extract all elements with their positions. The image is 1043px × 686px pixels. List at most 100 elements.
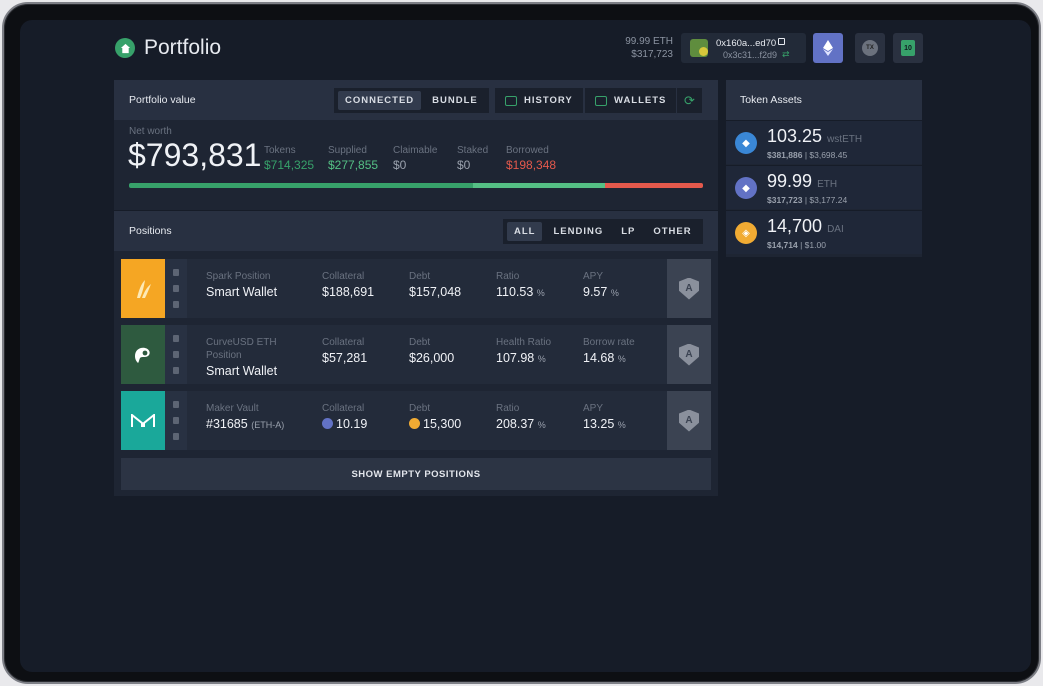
wallets-button[interactable]: WALLETS <box>585 88 677 113</box>
stat-staked: Staked $0 <box>457 145 488 172</box>
dai-icon <box>409 418 420 429</box>
stat-label: Claimable <box>393 145 438 156</box>
portfolio-view-toggle: CONNECTED BUNDLE <box>334 88 489 113</box>
filter-lending[interactable]: LENDING <box>546 222 610 241</box>
percent-sign: % <box>536 288 545 298</box>
amount: 99.99 <box>767 171 813 191</box>
token-assets-title: Token Assets <box>740 94 802 106</box>
tab-connected[interactable]: CONNECTED <box>338 91 422 110</box>
filter-lp[interactable]: LP <box>614 222 642 241</box>
wallet-address: 0x160a...ed70 <box>716 38 777 49</box>
price: $1.00 <box>804 240 826 250</box>
vault-type: (ETH-A) <box>251 420 285 430</box>
token-assets-panel: Token Assets ◆ 103.25 wstETH $381,886 | … <box>726 80 922 257</box>
token-asset-wsteth[interactable]: ◆ 103.25 wstETH $381,886 | $3,698.45 <box>726 120 922 164</box>
stat-value: $0 <box>393 158 407 172</box>
tx-button[interactable]: TX <box>855 33 885 63</box>
debt-col: Debt $26,000 <box>409 336 454 365</box>
stat-borrowed: Borrowed $198,348 <box>506 145 556 172</box>
filter-all[interactable]: ALL <box>507 222 543 241</box>
rewards-button[interactable]: 10 <box>893 33 923 63</box>
eth-icon: ◆ <box>735 177 757 199</box>
stat-value: $714,325 <box>264 158 315 172</box>
wallet-sub-address: 0x3c31...f2d9 <box>723 50 778 60</box>
vault-id: #31685 <box>206 417 248 431</box>
position-row-maker[interactable]: Maker Vault #31685 (ETH-A) Collateral 10… <box>121 391 711 450</box>
col-label: Ratio <box>496 403 520 414</box>
bar-borrowed <box>605 183 703 188</box>
wallets-label: WALLETS <box>614 95 667 106</box>
percent-sign: % <box>610 288 619 298</box>
position-type: Spark Position <box>206 271 271 282</box>
refresh-icon[interactable]: ⟳ <box>677 88 702 113</box>
asset-sub: $317,723 | $3,177.24 <box>767 195 848 205</box>
maker-logo-icon <box>121 391 165 450</box>
portfolio-value-header: Portfolio value CONNECTED BUNDLE HISTORY… <box>114 80 718 120</box>
net-worth-label: Net worth <box>129 126 172 137</box>
position-name: Smart Wallet <box>206 285 278 299</box>
asset-sub: $14,714 | $1.00 <box>767 240 826 250</box>
automation-shield-button[interactable]: A <box>667 259 711 318</box>
header-balance: 99.99 ETH $317,723 <box>590 35 673 61</box>
shield-icon: A <box>679 343 699 366</box>
col-label: APY <box>583 403 604 414</box>
automation-shield-button[interactable]: A <box>667 391 711 450</box>
col-value: 107.98 % <box>496 351 551 365</box>
ratio-value: 110.53 <box>496 285 534 299</box>
position-name: Smart Wallet <box>206 364 278 378</box>
wallet-button[interactable]: 0x160a...ed70 0x3c31...f2d9 ⇄ <box>681 33 806 63</box>
stat-tokens: Tokens $714,325 <box>264 145 314 172</box>
usd-value: $381,886 <box>767 150 803 160</box>
filter-other[interactable]: OTHER <box>646 222 698 241</box>
home-icon[interactable] <box>115 38 135 58</box>
amount: 103.25 <box>767 126 823 146</box>
debt-col: Debt 15,300 <box>409 402 461 431</box>
automation-shield-button[interactable]: A <box>667 325 711 384</box>
stat-value: $0 <box>457 158 471 172</box>
asset-amount: 14,700 DAI <box>767 216 844 237</box>
token-assets-header: Token Assets <box>726 80 922 120</box>
asset-sub: $381,886 | $3,698.45 <box>767 150 848 160</box>
chain-icons <box>165 391 187 450</box>
positions-header: Positions ALL LENDING LP OTHER <box>114 211 718 251</box>
col-label: Collateral <box>322 403 365 414</box>
net-worth-value: $793,831 <box>128 137 262 173</box>
show-empty-positions-button[interactable]: SHOW EMPTY POSITIONS <box>121 458 711 490</box>
shield-icon: A <box>679 277 699 300</box>
collateral-col: Collateral $188,691 <box>322 270 374 299</box>
col-value: 13.25 % <box>583 417 626 431</box>
copy-icon[interactable] <box>778 38 785 45</box>
wsteth-icon: ◆ <box>735 132 757 154</box>
network-eth-button[interactable] <box>813 33 843 63</box>
position-row-curveusd[interactable]: CurveUSD ETH Position Smart Wallet Colla… <box>121 325 711 384</box>
portfolio-breakdown-bar <box>129 183 703 188</box>
token-asset-eth[interactable]: ◆ 99.99 ETH $317,723 | $3,177.24 <box>726 165 922 209</box>
swap-icon[interactable]: ⇄ <box>782 49 790 59</box>
stat-label: Tokens <box>264 145 296 156</box>
bar-tokens <box>129 183 474 188</box>
history-label: HISTORY <box>524 95 573 106</box>
positions-panel: Positions ALL LENDING LP OTHER Spark Pos… <box>114 211 718 496</box>
history-button[interactable]: HISTORY <box>495 88 583 113</box>
position-row-spark[interactable]: Spark Position Smart Wallet Collateral $… <box>121 259 711 318</box>
price: $3,177.24 <box>809 195 848 205</box>
device-frame: Portfolio 99.99 ETH $317,723 0x160a...ed… <box>2 2 1041 684</box>
token-asset-dai[interactable]: ◈ 14,700 DAI $14,714 | $1.00 <box>726 210 922 254</box>
asset-amount: 99.99 ETH <box>767 171 837 192</box>
col-label: Debt <box>409 337 431 348</box>
stat-value: $277,855 <box>328 158 379 172</box>
apy-col: APY 13.25 % <box>583 402 626 431</box>
page-title: Portfolio <box>144 36 222 59</box>
book-icon <box>505 95 517 106</box>
debt-col: Debt $157,048 <box>409 270 461 299</box>
apy-value: 9.57 <box>583 285 608 299</box>
asset-amount: 103.25 wstETH <box>767 126 862 147</box>
tab-bundle[interactable]: BUNDLE <box>425 91 485 110</box>
spark-logo-icon <box>121 259 165 318</box>
stat-label: Borrowed <box>506 145 549 156</box>
ratio-col: Ratio 208.37 % <box>496 402 546 431</box>
percent-sign: % <box>617 354 626 364</box>
percent-sign: % <box>537 420 546 430</box>
position-title-col: Spark Position Smart Wallet <box>206 270 277 299</box>
bar-supplied <box>473 183 606 188</box>
